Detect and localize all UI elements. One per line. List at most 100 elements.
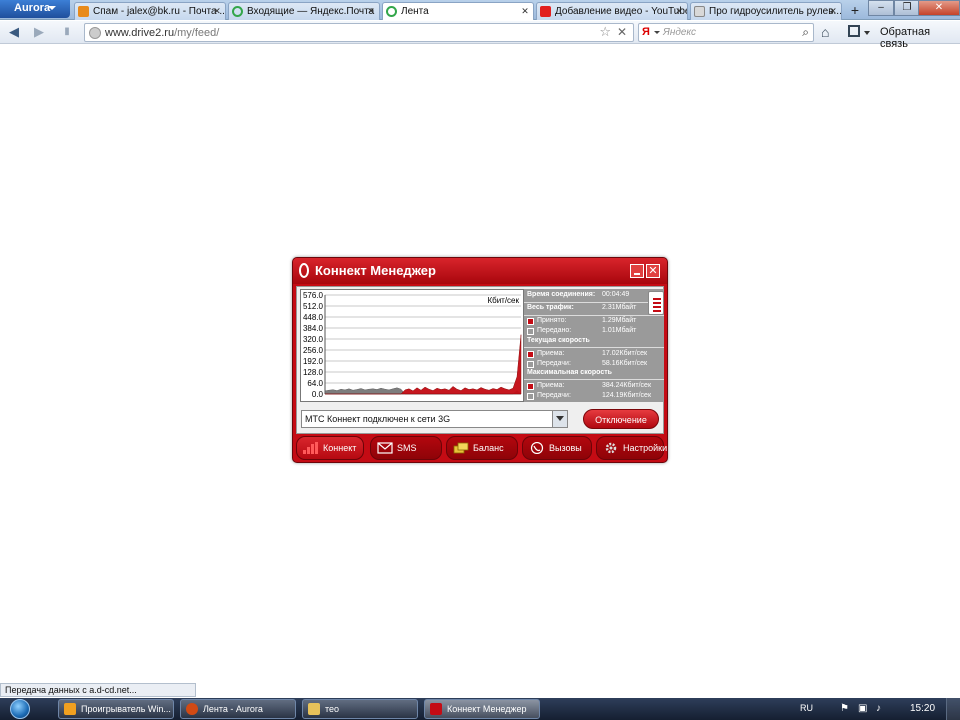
stats-panel: Время соединения: 00:04:49 Весь трафик: …	[524, 289, 664, 402]
close-button[interactable]: ✕	[646, 264, 660, 278]
phone-icon	[530, 442, 544, 454]
download-series-area	[325, 334, 522, 395]
back-button[interactable]: ◀	[5, 24, 23, 41]
media-player-icon	[64, 703, 76, 715]
connect-manager-title: Коннект Менеджер	[315, 263, 436, 278]
stop-icon[interactable]: ✕	[617, 25, 627, 39]
new-tab-button[interactable]: +	[846, 2, 864, 19]
maximize-window-button[interactable]: ❐	[894, 0, 920, 16]
show-desktop-button[interactable]	[946, 698, 960, 720]
current-tx-value: 58.16Кбит/сек	[602, 360, 648, 367]
app-menu-button[interactable]: Aurora	[0, 0, 70, 18]
forward-button[interactable]: ▶	[30, 24, 48, 41]
chevron-down-icon[interactable]	[654, 31, 660, 34]
rx-legend-icon	[527, 351, 534, 358]
taskbar-item-browser[interactable]: Лента - Aurora	[180, 699, 296, 719]
chevron-down-icon[interactable]	[552, 411, 567, 427]
tab-settings[interactable]: Настройки	[596, 436, 667, 460]
close-tab-icon[interactable]: ✕	[828, 6, 838, 16]
tab-balance[interactable]: Баланс	[446, 436, 518, 460]
tab-strip: Aurora Спам - jalex@bk.ru - Почта ... ✕ …	[0, 0, 960, 20]
mts-egg-logo-icon	[430, 703, 442, 715]
connect-manager-titlebar[interactable]: Коннект Менеджер ✕	[293, 258, 667, 284]
envelope-icon	[377, 442, 393, 454]
folder-icon	[308, 703, 320, 715]
tx-legend-icon	[527, 361, 534, 368]
browser-tab-label: Лента	[401, 6, 429, 17]
max-rx-value: 384.24Кбит/сек	[602, 382, 652, 389]
sent-legend-icon	[527, 328, 534, 335]
total-traffic-value: 2.31Мбайт	[602, 304, 637, 311]
y-tick-label: 64.0	[307, 379, 323, 388]
search-icon[interactable]: ⌕	[802, 25, 809, 40]
taskbar-item-connect-manager[interactable]: Коннект Менеджер	[424, 699, 540, 719]
address-bar[interactable]: www.drive2.ru/my/feed/ ☆ ✕	[84, 23, 634, 42]
max-rx-row: Приема: 384.24Кбит/сек	[524, 382, 664, 392]
browser-tab[interactable]: Добавление видео - YouTube ✕	[536, 2, 688, 20]
tab-calls[interactable]: Вызовы	[522, 436, 592, 460]
minimize-button[interactable]	[630, 264, 644, 278]
mts-egg-logo-icon	[299, 263, 309, 278]
tab-calls-label: Вызовы	[549, 443, 582, 453]
connect-manager-nav: Коннект SMS Баланс Вызовы Настройки	[296, 436, 667, 460]
feedback-link[interactable]: Обратная связь	[880, 26, 960, 50]
coins-icon	[453, 442, 469, 454]
divider	[524, 302, 664, 303]
tab-connect[interactable]: Коннект	[296, 436, 364, 460]
language-indicator[interactable]: RU	[800, 703, 813, 713]
taskbar-item-folder[interactable]: тео	[302, 699, 418, 719]
close-tab-icon[interactable]: ✕	[212, 6, 222, 16]
url-host: www.drive2.ru	[105, 27, 175, 39]
clock[interactable]: 15:20	[910, 703, 935, 714]
connection-status-select[interactable]: МТС Коннект подключен к сети 3G	[301, 410, 568, 428]
home-icon[interactable]: ⌂	[821, 24, 829, 40]
y-tick-label: 512.0	[303, 302, 324, 311]
received-value: 1.29Мбайт	[602, 317, 637, 324]
max-rx-label: Приема:	[537, 382, 565, 389]
volume-icon[interactable]: ♪	[876, 703, 886, 714]
received-label: Принято:	[537, 317, 567, 324]
navigation-toolbar: ◀ ▶ ▮ www.drive2.ru/my/feed/ ☆ ✕ Я Яндек…	[0, 21, 960, 50]
y-tick-label: 384.0	[303, 324, 324, 333]
network-icon[interactable]: ▣	[858, 703, 868, 714]
status-text: Передача данных с a.d-cd.net...	[5, 685, 137, 695]
sent-row: Передано: 1.01Мбайт	[524, 327, 664, 337]
taskbar-item-media-player[interactable]: Проигрыватель Win...	[58, 699, 174, 719]
yandex-icon: Я	[642, 26, 650, 38]
chevron-down-icon	[48, 6, 56, 10]
connect-manager-window: Коннект Менеджер ✕ 576.0 512.0 448.0 384.0 3…	[292, 257, 668, 463]
close-window-button[interactable]: ✕	[918, 0, 960, 16]
current-tx-label: Передачи:	[537, 360, 571, 367]
signal-bars-icon	[303, 442, 318, 454]
chevron-down-icon[interactable]	[864, 31, 870, 35]
tab-sms[interactable]: SMS	[370, 436, 442, 460]
received-row: Принято: 1.29Мбайт	[524, 317, 664, 327]
rx-legend-icon	[527, 383, 534, 390]
search-input[interactable]: Я Яндекс ⌕	[638, 23, 814, 42]
sent-value: 1.01Мбайт	[602, 327, 637, 334]
browser-tab[interactable]: Спам - jalex@bk.ru - Почта ... ✕	[74, 2, 226, 20]
start-button[interactable]	[4, 698, 38, 720]
close-tab-icon[interactable]: ✕	[520, 6, 530, 16]
browser-tab[interactable]: Входящие — Яндекс.Почта ✕	[228, 2, 380, 20]
close-tab-icon[interactable]: ✕	[674, 6, 684, 16]
browser-tab-active[interactable]: Лента ✕	[382, 2, 534, 20]
bookmarks-icon[interactable]	[848, 25, 860, 37]
total-traffic-row: Весь трафик: 2.31Мбайт	[524, 304, 664, 314]
traffic-counter-icon[interactable]	[648, 291, 664, 315]
current-rx-value: 17.02Кбит/сек	[602, 350, 648, 357]
y-tick-label: 256.0	[303, 346, 324, 355]
y-tick-label: 192.0	[303, 357, 324, 366]
taskbar: Проигрыватель Win... Лента - Aurora тео …	[0, 698, 960, 720]
flag-icon[interactable]: ⚑	[840, 703, 850, 714]
disconnect-button[interactable]: Отключение	[583, 409, 659, 429]
browser-tab-label: Добавление видео - YouTube	[555, 6, 688, 17]
max-tx-label: Передачи:	[537, 392, 571, 399]
connect-manager-body: 576.0 512.0 448.0 384.0 320.0 256.0 192.0 128.0…	[296, 286, 664, 434]
bookmark-star-icon[interactable]: ☆	[599, 24, 611, 40]
close-tab-icon[interactable]: ✕	[366, 6, 376, 16]
tab-balance-label: Баланс	[473, 443, 504, 453]
browser-tab[interactable]: Про гидроусилитель рулев... ✕	[690, 2, 842, 20]
divider	[524, 379, 664, 380]
minimize-window-button[interactable]: –	[868, 0, 894, 16]
